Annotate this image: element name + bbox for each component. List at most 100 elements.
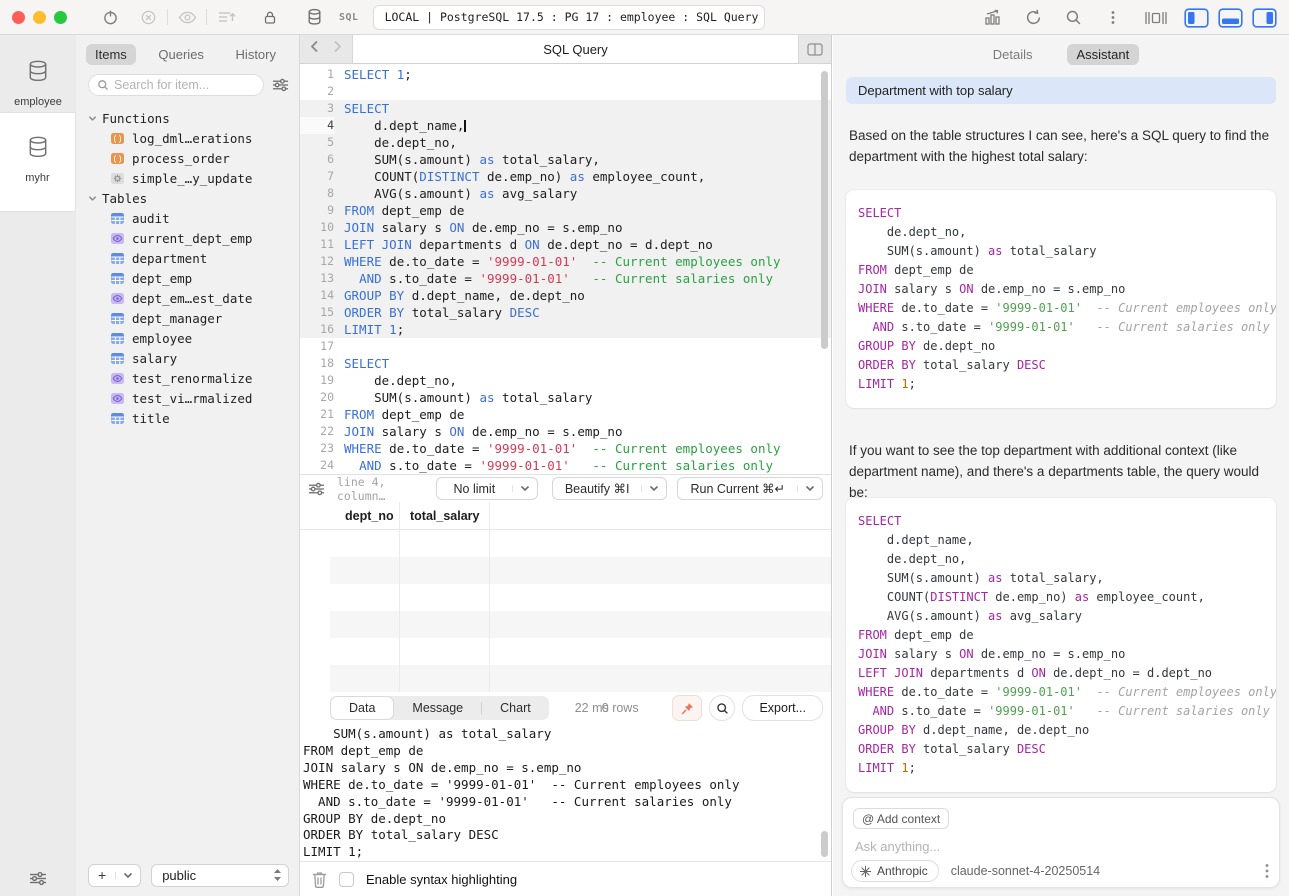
zoom-window-button[interactable] [54,11,67,24]
layout-left-icon[interactable] [1179,5,1213,31]
editor-line[interactable]: 3SELECT [300,100,831,117]
table-row[interactable] [330,530,831,557]
eye-icon[interactable] [168,10,206,25]
editor-line[interactable]: 21FROM dept_emp de [300,406,831,423]
refresh-icon[interactable] [1013,9,1053,26]
sidebar-item-test_renormalize[interactable]: test_renormalize [76,368,299,388]
export-button[interactable]: Export... [742,695,823,721]
table-row[interactable] [330,638,831,665]
editor-line[interactable]: 5 de.dept_no, [300,134,831,151]
more-icon[interactable] [1093,9,1133,26]
run-current-dropdown[interactable]: Run Current ⌘↵ [677,477,823,500]
table-row[interactable] [330,611,831,638]
sidebar-item-dept_emest_date[interactable]: dept_em…est_date [76,288,299,308]
column-header[interactable]: total_salary [400,509,479,523]
minimize-window-button[interactable] [33,11,46,24]
search-results-button[interactable] [709,695,735,721]
back-button[interactable] [310,40,319,58]
tab-message[interactable]: Message [394,696,481,720]
tab-queries[interactable]: Queries [149,44,213,65]
enable-syntax-checkbox[interactable] [339,872,354,887]
schema-select[interactable]: public [151,864,289,887]
tab-details[interactable]: Details [983,44,1043,65]
forward-button[interactable] [333,40,342,58]
add-item-button[interactable]: + [88,864,141,887]
sidebar-item-simple_y_update[interactable]: simple_…y_update [76,168,299,188]
sidebar-item-dept_emp[interactable]: dept_emp [76,268,299,288]
table-row[interactable] [330,665,831,692]
disconnect-icon[interactable] [129,9,167,26]
editor-line[interactable]: 6 SUM(s.amount) as total_salary, [300,151,831,168]
panel-scrollbar[interactable] [821,831,828,857]
tree-section-functions[interactable]: Functions [76,108,299,128]
editor-line[interactable]: 14GROUP BY d.dept_name, de.dept_no [300,287,831,304]
editor-settings-icon[interactable] [308,482,325,496]
connection-employee[interactable]: employee [0,35,76,108]
sidebar-item-salary[interactable]: salary [76,348,299,368]
table-row[interactable] [330,584,831,611]
trash-icon[interactable] [312,871,327,888]
sidebar-item-department[interactable]: department [76,248,299,268]
search-icon[interactable] [1053,9,1093,26]
tab-history[interactable]: History [227,44,285,65]
chart-icon[interactable] [973,9,1013,26]
editor-line[interactable]: 24 AND s.to_date = '9999-01-01' -- Curre… [300,457,831,474]
conversation-title[interactable]: Department with top salary [846,77,1276,104]
provider-selector[interactable]: Anthropic [851,860,939,882]
rail-settings-button[interactable] [0,860,76,896]
sidebar-item-dept_manager[interactable]: dept_manager [76,308,299,328]
window-center-icon[interactable] [1133,10,1179,26]
editor-line[interactable]: 7 COUNT(DISTINCT de.emp_no) as employee_… [300,168,831,185]
more-icon[interactable] [1265,863,1269,879]
editor-scrollbar[interactable] [821,71,828,349]
query-text-panel[interactable]: SUM(s.amount) as total_salary FROM dept_… [300,724,831,861]
editor-line[interactable]: 22JOIN salary s ON de.emp_no = s.emp_no [300,423,831,440]
sql-editor[interactable]: 1SELECT 1;23SELECT4 d.dept_name,5 de.dep… [300,64,831,474]
pin-button[interactable] [672,695,702,721]
sidebar-item-current_dept_emp[interactable]: current_dept_emp [76,228,299,248]
add-context-button[interactable]: @ Add context [853,808,949,829]
search-input[interactable]: Search for item... [88,74,264,96]
connection-icon[interactable] [91,9,129,26]
editor-line[interactable]: 19 de.dept_no, [300,372,831,389]
list-export-icon[interactable] [207,9,245,25]
close-window-button[interactable] [12,11,25,24]
editor-line[interactable]: 12WHERE de.to_date = '9999-01-01' -- Cur… [300,253,831,270]
layout-bottom-icon[interactable] [1213,5,1247,31]
tab-items[interactable]: Items [86,44,136,65]
editor-line[interactable]: 15ORDER BY total_salary DESC [300,304,831,321]
column-header[interactable]: dept_no [300,509,400,523]
editor-line[interactable]: 20 SUM(s.amount) as total_salary [300,389,831,406]
editor-line[interactable]: 18SELECT [300,355,831,372]
editor-line[interactable]: 17 [300,338,831,355]
editor-line[interactable]: 2 [300,83,831,100]
results-grid[interactable]: dept_no total_salary [300,502,831,692]
connection-myhr[interactable]: myhr [0,112,76,212]
editor-line[interactable]: 11LEFT JOIN departments d ON de.dept_no … [300,236,831,253]
editor-line[interactable]: 8 AVG(s.amount) as avg_salary [300,185,831,202]
assistant-input-placeholder[interactable]: Ask anything... [855,839,940,854]
code-block[interactable]: SELECT d.dept_name, de.dept_no, SUM(s.am… [846,498,1276,792]
editor-line[interactable]: 16LIMIT 1; [300,321,831,338]
tree-section-tables[interactable]: Tables [76,188,299,208]
editor-line[interactable]: 23WHERE de.to_date = '9999-01-01' -- Cur… [300,440,831,457]
editor-line[interactable]: 10JOIN salary s ON de.emp_no = s.emp_no [300,219,831,236]
limit-dropdown[interactable]: No limit [436,477,538,500]
lock-icon[interactable] [251,9,289,26]
tab-data[interactable]: Data [330,696,394,720]
editor-line[interactable]: 9FROM dept_emp de [300,202,831,219]
editor-line[interactable]: 4 d.dept_name, [300,117,831,134]
editor-line[interactable]: 13 AND s.to_date = '9999-01-01' -- Curre… [300,270,831,287]
sidebar-item-log_dmlerations[interactable]: ()log_dml…erations [76,128,299,148]
code-block[interactable]: SELECT de.dept_no, SUM(s.amount) as tota… [846,190,1276,408]
editor-line[interactable]: 1SELECT 1; [300,66,831,83]
split-columns-icon[interactable] [799,35,831,63]
sidebar-item-employee[interactable]: employee [76,328,299,348]
database-icon[interactable] [295,8,333,26]
sidebar-item-process_order[interactable]: ()process_order [76,148,299,168]
tab-assistant[interactable]: Assistant [1067,44,1140,65]
sidebar-item-audit[interactable]: audit [76,208,299,228]
sidebar-item-test_virmalized[interactable]: test_vi…rmalized [76,388,299,408]
tab-sql-query[interactable]: SQL Query [352,35,799,63]
chevron-down-icon[interactable] [115,872,140,879]
